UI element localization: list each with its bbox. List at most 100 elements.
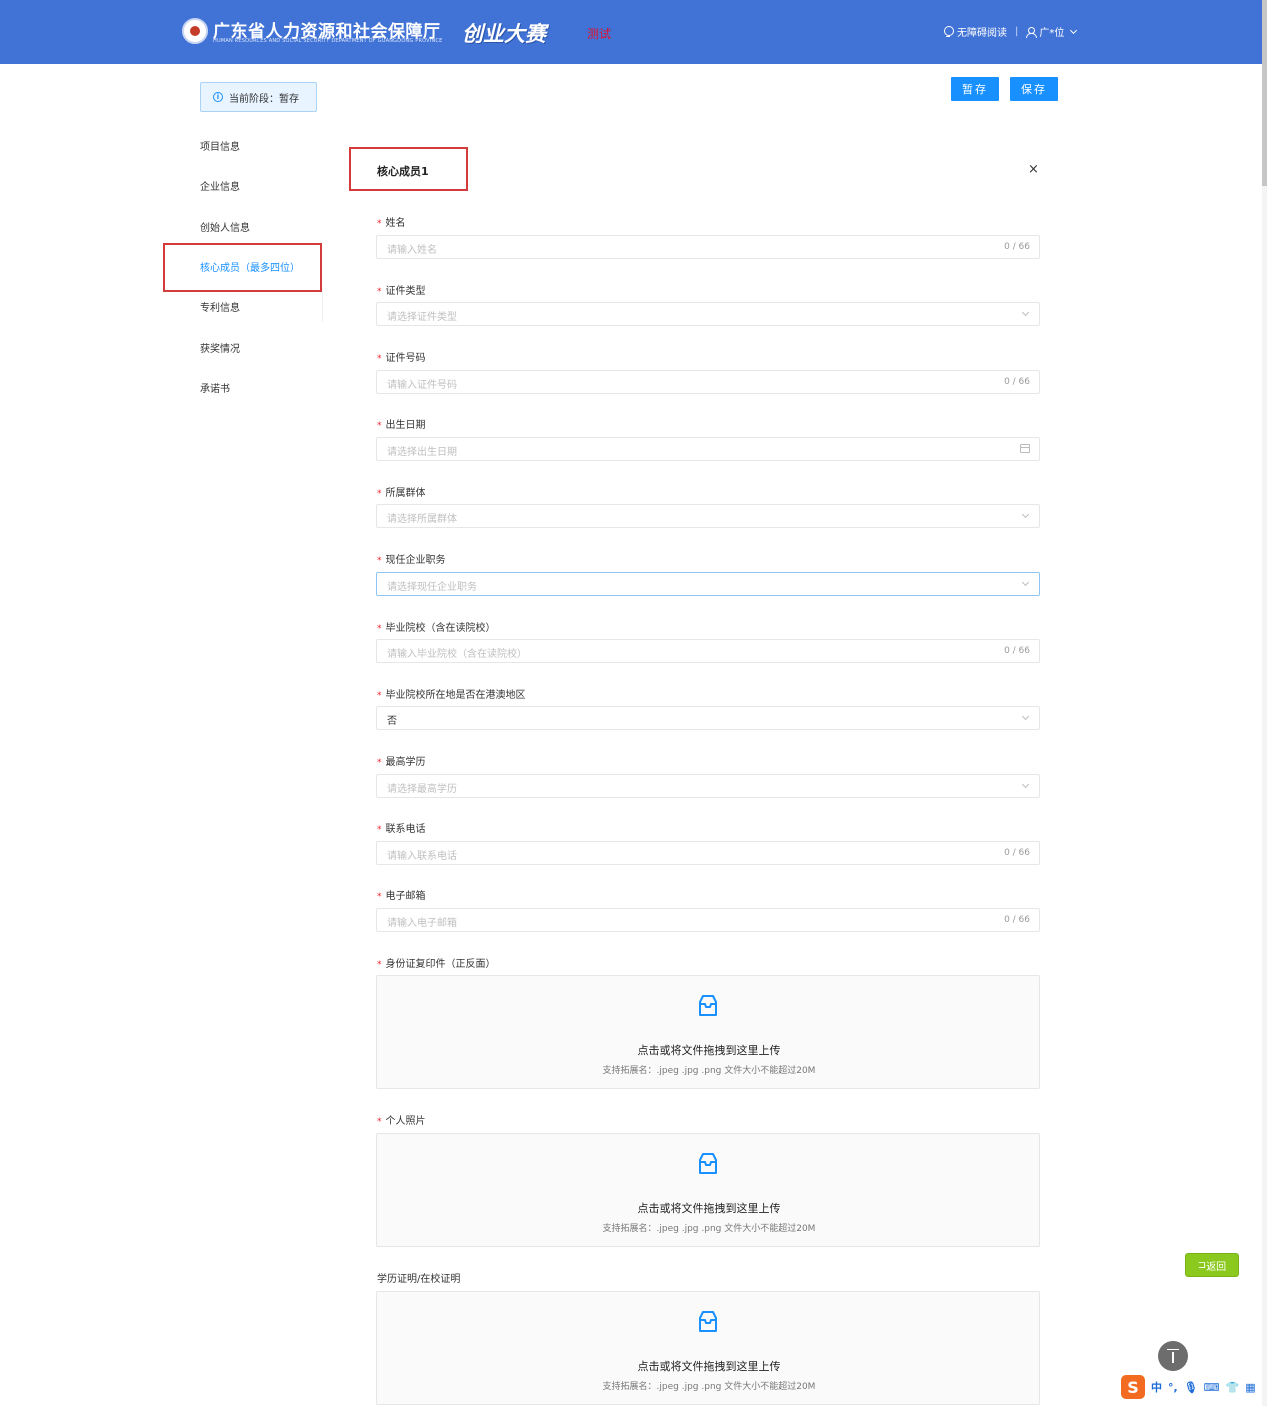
user-icon: [1026, 26, 1038, 38]
field-label-position: * 现任企业职务: [377, 555, 446, 566]
info-icon: i: [213, 92, 223, 102]
department-emblem-icon: [182, 18, 208, 44]
email-placeholder: 请输入电子邮箱: [387, 918, 457, 929]
field-label-school: * 毕业院校（含在读院校）: [377, 623, 496, 634]
calendar-icon: [1020, 444, 1030, 453]
ime-mode[interactable]: 中: [1151, 1379, 1162, 1395]
back-label: 返回: [1206, 1261, 1227, 1273]
id-type-select[interactable]: 请选择证件类型: [376, 302, 1040, 326]
field-label-education-proof: 学历证明/在校证明: [377, 1274, 461, 1285]
education-select[interactable]: 请选择最高学历: [376, 774, 1040, 798]
field-label-email: * 电子邮箱: [377, 891, 426, 902]
field-label-id-copy: * 身份证复印件（正反面）: [377, 959, 496, 970]
name-input[interactable]: 请输入姓名 0 / 66: [376, 235, 1040, 259]
chevron-down-icon: [1021, 780, 1030, 789]
char-counter: 0 / 66: [1004, 242, 1030, 252]
sidebar-item-company-info[interactable]: 企业信息: [200, 178, 240, 193]
sidebar-divider: [322, 288, 323, 322]
highlight-box-sidebar: [163, 243, 322, 292]
org-subtitle: HUMAN RESOURCES AND SOCIAL SECURITY DEPA…: [213, 38, 443, 44]
back-button[interactable]: ⊐ 返回: [1185, 1253, 1239, 1277]
position-select[interactable]: 请选择现任企业职务: [376, 572, 1040, 596]
char-counter: 0 / 66: [1004, 915, 1030, 925]
position-placeholder: 请选择现任企业职务: [387, 582, 477, 593]
stage-label: 当前阶段：: [229, 93, 279, 105]
chevron-down-icon: [1021, 308, 1030, 317]
accessibility-link[interactable]: 无障碍阅读: [957, 24, 1007, 39]
group-placeholder: 请选择所属群体: [387, 514, 457, 525]
ime-logo[interactable]: S: [1121, 1375, 1145, 1399]
stage-badge: i 当前阶段： 暂存: [200, 82, 317, 112]
photo-upload[interactable]: 点击或将文件拖拽到这里上传 支持拓展名：.jpeg .jpg .png 文件大小…: [376, 1133, 1040, 1247]
name-placeholder: 请输入姓名: [387, 245, 437, 256]
field-label-birth-date: * 出生日期: [377, 420, 426, 431]
chevron-down-icon: [1021, 578, 1030, 587]
field-label-id-type: * 证件类型: [377, 286, 426, 297]
lightbulb-icon: [944, 26, 954, 37]
microphone-icon[interactable]: 🎙: [1184, 1381, 1198, 1394]
upload-hint: 支持拓展名：.jpeg .jpg .png 文件大小不能超过20M: [602, 1382, 816, 1392]
field-label-group: * 所属群体: [377, 488, 426, 499]
required-mark: *: [377, 219, 382, 229]
id-number-placeholder: 请输入证件号码: [387, 380, 457, 391]
shirt-icon[interactable]: 👕: [1226, 1381, 1240, 1394]
phone-placeholder: 请输入联系电话: [387, 851, 457, 862]
sidebar-item-patent-info[interactable]: 专利信息: [200, 299, 240, 314]
user-menu[interactable]: 广*位: [1039, 24, 1064, 39]
env-tag: 测试: [587, 27, 612, 41]
sidebar-item-awards[interactable]: 获奖情况: [200, 340, 240, 355]
top-header: 广东省人力资源和社会保障厅 HUMAN RESOURCES AND SOCIAL…: [0, 0, 1262, 64]
education-placeholder: 请选择最高学历: [387, 784, 457, 795]
close-icon[interactable]: ×: [1028, 162, 1039, 177]
birth-date-placeholder: 请选择出生日期: [387, 447, 457, 458]
id-type-placeholder: 请选择证件类型: [387, 312, 457, 323]
char-counter: 0 / 66: [1004, 646, 1030, 656]
ime-punctuation[interactable]: °,: [1168, 1381, 1178, 1394]
email-input[interactable]: 请输入电子邮箱 0 / 66: [376, 908, 1040, 932]
school-placeholder: 请输入毕业院校（含在读院校）: [387, 649, 527, 660]
birth-date-picker[interactable]: 请选择出生日期: [376, 437, 1040, 461]
upload-text: 点击或将文件拖拽到这里上传: [637, 1202, 781, 1215]
page-scrollbar[interactable]: [1262, 0, 1267, 1406]
char-counter: 0 / 66: [1004, 377, 1030, 387]
keyboard-icon[interactable]: ⌨: [1204, 1381, 1220, 1394]
hk-macao-select[interactable]: 否: [376, 706, 1040, 730]
upload-hint: 支持拓展名：.jpeg .jpg .png 文件大小不能超过20M: [602, 1224, 816, 1234]
chevron-down-icon: [1021, 510, 1030, 519]
field-label-hk-macao: * 毕业院校所在地是否在港澳地区: [377, 690, 526, 701]
sidebar-item-project-info[interactable]: 项目信息: [200, 138, 240, 153]
back-to-top-button[interactable]: [1158, 1341, 1188, 1371]
brand-logo: 创业大赛: [462, 22, 546, 46]
field-label-photo: * 个人照片: [377, 1116, 426, 1127]
education-proof-upload[interactable]: 点击或将文件拖拽到这里上传 支持拓展名：.jpeg .jpg .png 文件大小…: [376, 1291, 1040, 1405]
id-copy-upload[interactable]: 点击或将文件拖拽到这里上传 支持拓展名：.jpeg .jpg .png 文件大小…: [376, 975, 1040, 1089]
header-right: 无障碍阅读 | 广*位: [944, 24, 1078, 39]
sidebar-item-founder-info[interactable]: 创始人信息: [200, 219, 250, 234]
upload-text: 点击或将文件拖拽到这里上传: [637, 1360, 781, 1373]
ime-toolbar: S 中 °, 🎙 ⌨ 👕 ▦: [1121, 1374, 1267, 1400]
field-label-phone: * 联系电话: [377, 824, 426, 835]
upload-hint: 支持拓展名：.jpeg .jpg .png 文件大小不能超过20M: [602, 1066, 816, 1076]
sidebar-item-commitment[interactable]: 承诺书: [200, 380, 230, 395]
phone-input[interactable]: 请输入联系电话 0 / 66: [376, 841, 1040, 865]
grid-icon[interactable]: ▦: [1245, 1381, 1255, 1394]
field-label-education: * 最高学历: [377, 757, 426, 768]
chevron-down-icon[interactable]: [1070, 26, 1078, 34]
draft-button[interactable]: 暂存: [951, 77, 999, 101]
field-label-name: * 姓名: [377, 218, 406, 229]
char-counter: 0 / 66: [1004, 848, 1030, 858]
header-separator: |: [1015, 26, 1019, 37]
upload-text: 点击或将文件拖拽到这里上传: [637, 1044, 781, 1057]
id-number-input[interactable]: 请输入证件号码 0 / 66: [376, 370, 1040, 394]
save-button[interactable]: 保存: [1010, 77, 1058, 101]
stage-value: 暂存: [279, 93, 299, 105]
school-input[interactable]: 请输入毕业院校（含在读院校） 0 / 66: [376, 639, 1040, 663]
group-select[interactable]: 请选择所属群体: [376, 504, 1040, 528]
chevron-down-icon: [1021, 712, 1030, 721]
inbox-icon: [699, 1311, 717, 1332]
field-label-id-number: * 证件号码: [377, 353, 426, 364]
hk-macao-value: 否: [387, 716, 397, 727]
scrollbar-thumb[interactable]: [1262, 0, 1267, 186]
inbox-icon: [699, 1153, 717, 1174]
return-icon: ⊐: [1197, 1259, 1207, 1271]
